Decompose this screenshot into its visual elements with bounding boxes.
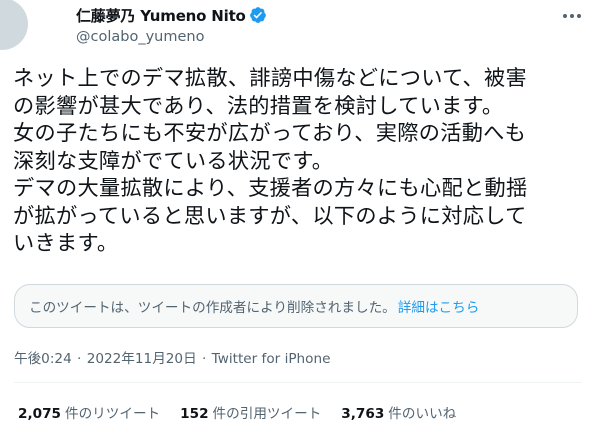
likes-label: 件のいいね	[388, 406, 457, 422]
more-options-icon[interactable]	[560, 6, 584, 26]
display-name[interactable]: 仁藤夢乃 Yumeno Nito	[76, 5, 246, 26]
retweets-label: 件のリツイート	[65, 406, 161, 422]
retweets-stat[interactable]: 2,075 件のリツイート	[18, 402, 160, 422]
tweet-source[interactable]: Twitter for iPhone	[212, 351, 331, 367]
deleted-quote-tweet: このツイートは、ツイートの作成者により削除されました。 詳細はこちら	[14, 284, 578, 328]
user-handle[interactable]: @colabo_yumeno	[76, 29, 267, 45]
meta-separator: ·	[202, 351, 207, 367]
tweet: 仁藤夢乃 Yumeno Nito @colabo_yumeno ネット上でのデマ…	[0, 0, 598, 437]
divider	[14, 382, 582, 383]
avatar[interactable]	[0, 0, 28, 50]
retweets-count: 2,075	[18, 406, 61, 422]
quote-tweets-label: 件の引用ツイート	[212, 406, 322, 422]
quote-tweets-stat[interactable]: 152 件の引用ツイート	[180, 402, 321, 422]
learn-more-link[interactable]: 詳細はこちら	[398, 296, 480, 316]
likes-count: 3,763	[341, 406, 385, 422]
tweet-text: ネット上でのデマ拡散、誹謗中傷などについて、被害 の影響が甚大であり、法的措置を…	[13, 65, 528, 255]
tweet-metadata: 午後0:24 · 2022年11月20日 · Twitter for iPhon…	[14, 347, 330, 367]
engagement-stats: 2,075 件のリツイート 152 件の引用ツイート 3,763 件のいいね	[18, 402, 476, 422]
tweet-header: 仁藤夢乃 Yumeno Nito @colabo_yumeno	[76, 4, 267, 45]
deleted-notice-text: このツイートは、ツイートの作成者により削除されました。	[29, 300, 396, 316]
verified-badge-icon	[249, 6, 267, 24]
likes-stat[interactable]: 3,763 件のいいね	[341, 402, 456, 422]
tweet-time[interactable]: 午後0:24	[14, 351, 72, 367]
quote-tweets-count: 152	[180, 406, 209, 422]
meta-separator: ·	[77, 351, 82, 367]
tweet-date[interactable]: 2022年11月20日	[87, 351, 197, 367]
name-row: 仁藤夢乃 Yumeno Nito	[76, 4, 267, 26]
